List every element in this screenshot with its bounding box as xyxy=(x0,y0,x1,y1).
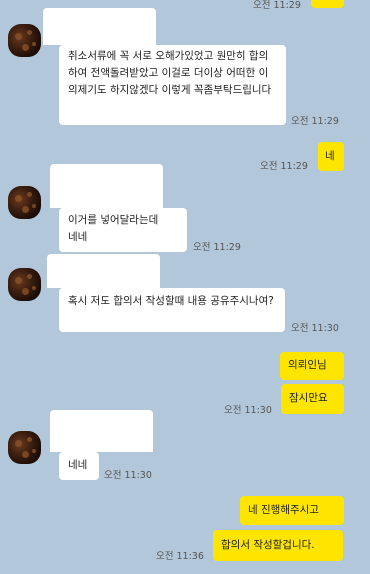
message-time: 오전 11:29 xyxy=(253,0,301,11)
outgoing-message-bubble[interactable]: 네 진행해주시고 xyxy=(240,496,344,525)
message-time: 오전 11:30 xyxy=(224,405,272,416)
sender-avatar[interactable] xyxy=(8,431,41,464)
message-time: 오전 11:30 xyxy=(291,323,339,334)
incoming-message-bubble[interactable]: 혹시 저도 합의서 작성할때 내용 공유주시나여? xyxy=(59,288,285,332)
sender-avatar[interactable] xyxy=(8,24,41,57)
hidden-sender-name-block xyxy=(50,410,153,452)
incoming-message-bubble[interactable]: 이거를 넣어달라는데 네네 xyxy=(59,208,187,252)
hidden-sender-name-block xyxy=(47,254,160,288)
outgoing-message-bubble[interactable]: 네 xyxy=(318,142,344,171)
outgoing-message-bubble[interactable]: 합의서 작성할겁니다. xyxy=(213,530,343,561)
hidden-sender-name-block xyxy=(50,164,163,208)
incoming-message-bubble[interactable]: 취소서류에 꼭 서로 오해가있었고 원만히 합의하여 전액돌려받았고 이걸로 더… xyxy=(59,45,286,125)
outgoing-message-bubble[interactable]: 잠시만요 xyxy=(281,384,344,414)
outgoing-message-bubble[interactable]: 의뢰인님 xyxy=(280,352,344,380)
sender-avatar[interactable] xyxy=(8,186,41,219)
outgoing-message-bubble[interactable] xyxy=(311,0,344,8)
hidden-sender-name-block xyxy=(43,8,156,45)
incoming-message-bubble[interactable]: 네네 xyxy=(59,452,99,480)
sender-avatar[interactable] xyxy=(8,268,41,301)
message-time: 오전 11:29 xyxy=(291,116,339,127)
message-time: 오전 11:30 xyxy=(104,470,152,481)
message-time: 오전 11:36 xyxy=(156,551,204,562)
message-time: 오전 11:29 xyxy=(260,161,308,172)
message-time: 오전 11:29 xyxy=(193,242,241,253)
